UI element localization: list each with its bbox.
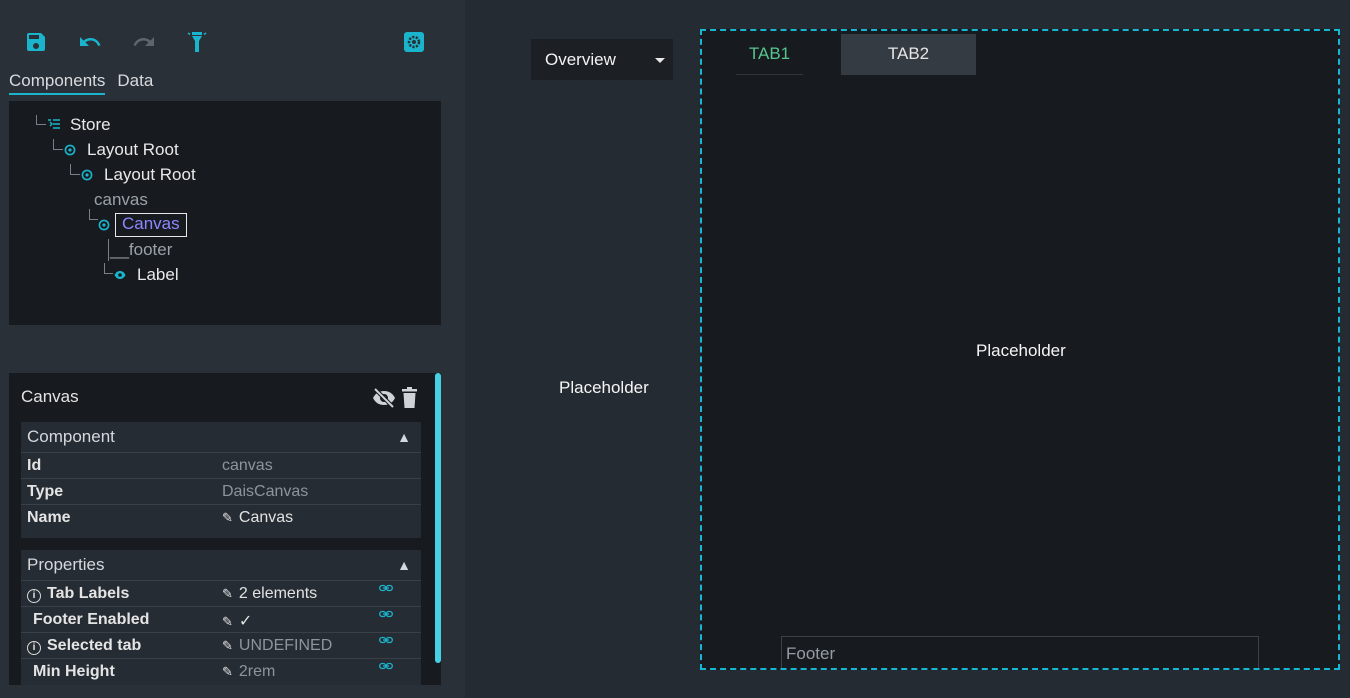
link-icon[interactable] — [379, 662, 393, 672]
property-row-footer-enabled[interactable]: Footer Enabled ✎ ✓ — [21, 606, 421, 632]
undo-icon — [80, 37, 101, 46]
tree-slot-footer: __footer — [110, 240, 173, 259]
save-button[interactable] — [22, 28, 50, 56]
save-icon — [27, 33, 45, 51]
pencil-icon: ✎ — [222, 586, 233, 601]
link-icon[interactable] — [379, 636, 393, 646]
preview-area: Overview Placeholder TAB1 TAB2 Placehold… — [465, 0, 1350, 698]
property-key: i Tab Labels — [27, 585, 129, 603]
properties-section: Properties ▲ i Tab Labels ✎ 2 elements Foo… — [21, 550, 421, 685]
properties-section-header[interactable]: Properties ▲ — [21, 550, 421, 580]
canvas-tab-1[interactable]: TAB1 — [736, 34, 803, 75]
component-section-title: Component — [27, 427, 115, 446]
property-row-type: Type DaisCanvas — [21, 478, 421, 504]
tree-node-layout-root[interactable]: Layout Root — [87, 139, 179, 161]
property-value[interactable]: ✎ 2rem — [222, 663, 275, 681]
left-placeholder: Placeholder — [559, 378, 649, 397]
tab-components[interactable]: Components — [9, 70, 106, 95]
flashlight-icon — [187, 32, 207, 52]
component-tree: Store Layout Root Layout Root canvas Can… — [9, 101, 441, 325]
property-key: i Selected tab — [27, 637, 141, 655]
property-row-id: Id canvas — [21, 452, 421, 478]
property-inspector: Canvas Component ▲ Id canvas Type DaisCa… — [9, 373, 441, 685]
pencil-icon: ✎ — [222, 614, 233, 629]
panel-tabs: Components Data — [9, 70, 153, 96]
pencil-icon: ✎ — [222, 510, 233, 525]
canvas-tab-2[interactable]: TAB2 — [841, 34, 976, 75]
collapse-caret-icon[interactable]: ▲ — [397, 422, 411, 452]
property-row-selected-tab[interactable]: i Selected tab ✎ UNDEFINED — [21, 632, 421, 658]
tree-node-canvas-selected[interactable]: Canvas — [115, 213, 187, 237]
property-key: Type — [27, 483, 64, 500]
overview-dropdown[interactable]: Overview — [531, 39, 673, 80]
settings-button[interactable] — [400, 28, 428, 56]
property-key: Min Height — [33, 663, 115, 680]
property-value[interactable]: ✎ ✓ — [222, 611, 252, 631]
highlight-button[interactable] — [183, 28, 211, 56]
settings-icon — [404, 32, 424, 52]
dropdown-label: Overview — [545, 50, 616, 69]
pencil-icon: ✎ — [222, 638, 233, 653]
tree-connector — [70, 164, 80, 175]
tree-node-label[interactable]: Label — [137, 264, 179, 286]
property-row-min-height[interactable]: Min Height ✎ 2rem — [21, 658, 421, 684]
property-value: canvas — [222, 457, 273, 474]
property-key: Name — [27, 509, 71, 526]
property-row-tab-labels[interactable]: i Tab Labels ✎ 2 elements — [21, 580, 421, 606]
property-key: Id — [27, 457, 42, 474]
redo-button[interactable] — [130, 28, 158, 56]
eye-icon — [114, 271, 126, 279]
canvas-component[interactable]: TAB1 TAB2 Placeholder Footer — [700, 29, 1340, 670]
canvas-placeholder: Placeholder — [976, 341, 1066, 360]
info-icon: i — [27, 589, 41, 603]
component-section-header[interactable]: Component ▲ — [21, 422, 421, 452]
info-icon: i — [27, 641, 41, 655]
tree-connector — [36, 115, 46, 125]
chevron-down-icon — [655, 58, 665, 63]
link-icon[interactable] — [379, 584, 393, 594]
property-value[interactable]: ✎ 2 elements — [222, 585, 317, 603]
property-value: DaisCanvas — [222, 483, 309, 500]
layout-icon — [64, 144, 76, 156]
footer-label: Footer — [786, 644, 836, 663]
tree-connector — [108, 239, 109, 261]
canvas-footer: Footer — [781, 636, 1259, 668]
pencil-icon: ✎ — [222, 664, 233, 679]
tree-node-store[interactable]: Store — [70, 114, 111, 136]
property-key: Footer Enabled — [33, 611, 150, 628]
redo-icon — [133, 37, 154, 46]
store-icon — [48, 119, 60, 129]
property-value[interactable]: ✎ UNDEFINED — [222, 637, 332, 655]
tree-connector — [104, 263, 113, 274]
visibility-off-icon[interactable] — [372, 387, 396, 409]
tab-data[interactable]: Data — [117, 70, 153, 95]
canvas-icon — [98, 219, 110, 231]
property-value[interactable]: ✎ Canvas — [222, 509, 293, 527]
tree-node-layout-root-inner[interactable]: Layout Root — [104, 164, 196, 186]
undo-button[interactable] — [76, 28, 104, 56]
tree-connector — [89, 209, 98, 220]
tree-connector — [53, 139, 63, 150]
collapse-caret-icon[interactable]: ▲ — [397, 550, 411, 580]
inspector-scrollbar[interactable] — [435, 373, 441, 663]
component-section: Component ▲ Id canvas Type DaisCanvas Na… — [21, 422, 421, 538]
delete-icon[interactable] — [402, 387, 417, 408]
tree-slot-canvas: canvas — [94, 190, 148, 209]
link-icon[interactable] — [379, 610, 393, 620]
properties-section-title: Properties — [27, 555, 105, 574]
layout-icon — [81, 169, 93, 181]
editor-panel: Components Data Store Layout Root Layout… — [0, 0, 465, 698]
inspector-title: Canvas — [21, 387, 79, 406]
property-row-name[interactable]: Name ✎ Canvas — [21, 504, 421, 530]
